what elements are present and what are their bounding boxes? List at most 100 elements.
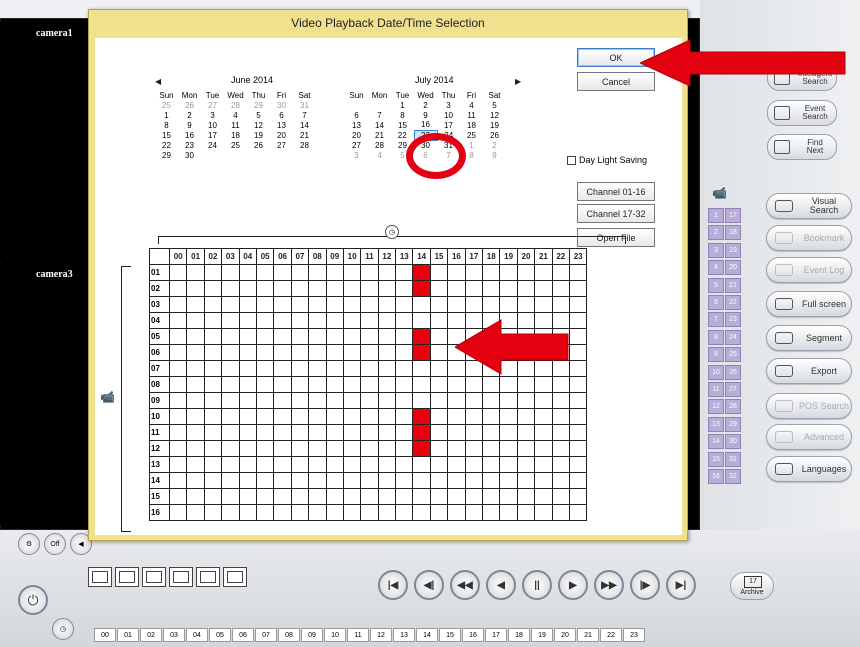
grid-cell[interactable]	[168, 376, 188, 393]
grid-cell[interactable]	[534, 264, 553, 281]
hour-header[interactable]: 12	[377, 248, 397, 265]
channel-number[interactable]: 4	[708, 260, 724, 276]
grid-cell[interactable]	[221, 376, 240, 393]
grid-cell[interactable]	[186, 280, 205, 297]
calendar-day[interactable]: 12	[247, 120, 270, 130]
grid-cell[interactable]	[464, 264, 484, 281]
calendar-day[interactable]: 10	[201, 120, 224, 130]
grid-cell[interactable]	[203, 472, 223, 489]
timeline-hour[interactable]: 10	[324, 628, 346, 642]
grid-cell[interactable]	[412, 456, 431, 473]
hour-header[interactable]: 00	[168, 248, 188, 265]
calendar-day[interactable]: 7	[293, 110, 316, 120]
next-frame-button[interactable]: |▶	[630, 570, 660, 600]
channel-number[interactable]: 24	[725, 329, 741, 345]
grid-cell[interactable]	[308, 296, 327, 313]
calendar-day[interactable]: 9	[483, 150, 506, 160]
hour-header[interactable]: 01	[186, 248, 205, 265]
grid-cell[interactable]	[342, 344, 362, 361]
timeline-hour[interactable]: 18	[508, 628, 530, 642]
calendar-day[interactable]: 9	[414, 110, 437, 120]
grid-cell[interactable]	[203, 376, 223, 393]
grid-cell[interactable]	[203, 296, 223, 313]
grid-cell[interactable]	[342, 280, 362, 297]
grid-cell[interactable]	[568, 312, 588, 329]
grid-cell[interactable]	[447, 472, 466, 489]
grid-cell[interactable]	[464, 424, 484, 441]
grid-cell[interactable]	[325, 376, 344, 393]
calendar-day[interactable]: 15	[391, 120, 414, 130]
grid-cell[interactable]	[377, 376, 397, 393]
calendar-day[interactable]: 24	[201, 140, 224, 150]
grid-cell[interactable]	[482, 472, 501, 489]
grid-cell[interactable]	[203, 328, 223, 345]
grid-cell[interactable]	[482, 408, 501, 425]
grid-cell[interactable]	[342, 296, 362, 313]
grid-cell[interactable]	[360, 504, 379, 521]
grid-cell[interactable]	[273, 344, 292, 361]
grid-cell[interactable]	[186, 328, 205, 345]
grid-cell[interactable]	[255, 408, 275, 425]
grid-cell[interactable]	[186, 440, 205, 457]
channel-number[interactable]: 11	[708, 382, 724, 397]
calendar-day[interactable]: 29	[155, 150, 178, 160]
hour-header[interactable]: 02	[203, 248, 223, 265]
grid-cell[interactable]	[325, 408, 344, 425]
grid-cell[interactable]	[447, 488, 466, 505]
recorded-cell[interactable]	[412, 280, 431, 297]
grid-cell[interactable]	[290, 504, 310, 521]
grid-cell[interactable]	[342, 312, 362, 329]
calendar-day[interactable]: 2	[483, 140, 506, 150]
grid-cell[interactable]	[395, 328, 414, 345]
calendar-day[interactable]: 11	[460, 110, 483, 120]
timeline-bar[interactable]: 00 01 02 03 04 05 06 07 08 09 10 11 12 13 14 15 16 17 18 19…	[94, 628, 646, 642]
channel-number[interactable]: 7	[708, 312, 724, 328]
grid-cell[interactable]	[342, 504, 362, 521]
right-button-3[interactable]: Full screen	[766, 291, 852, 317]
grid-cell[interactable]	[325, 440, 344, 457]
channel-number[interactable]: 20	[725, 260, 741, 276]
channel-number[interactable]: 13	[708, 416, 724, 432]
grid-cell[interactable]	[568, 456, 588, 473]
timeline-hour[interactable]: 21	[577, 628, 599, 642]
grid-cell[interactable]	[568, 264, 588, 281]
channel-row-label[interactable]: 16	[149, 504, 170, 521]
calendar-day[interactable]: 4	[368, 150, 391, 160]
calendar-next-icon[interactable]: ▶	[515, 77, 521, 86]
grid-cell[interactable]	[551, 296, 570, 313]
grid-cell[interactable]	[429, 376, 449, 393]
grid-cell[interactable]	[551, 280, 570, 297]
grid-cell[interactable]	[516, 296, 536, 313]
grid-cell[interactable]	[534, 488, 553, 505]
grid-cell[interactable]	[360, 296, 379, 313]
grid-cell[interactable]	[221, 440, 240, 457]
grid-cell[interactable]	[377, 280, 397, 297]
grid-cell[interactable]	[290, 408, 310, 425]
calendar-day[interactable]: 21	[293, 130, 316, 140]
grid-cell[interactable]	[168, 424, 188, 441]
channel-number[interactable]: 26	[725, 364, 741, 380]
channel-row-label[interactable]: 08	[149, 376, 170, 393]
grid-cell[interactable]	[290, 472, 310, 489]
grid-cell[interactable]	[273, 456, 292, 473]
grid-cell[interactable]	[447, 456, 466, 473]
recorded-cell[interactable]	[412, 440, 431, 457]
grid-cell[interactable]	[290, 376, 310, 393]
grid-cell[interactable]	[516, 408, 536, 425]
calendar-day[interactable]: 17	[201, 130, 224, 140]
grid-cell[interactable]	[377, 488, 397, 505]
calendar-day[interactable]: 6	[345, 110, 368, 120]
grid-cell[interactable]	[273, 312, 292, 329]
play-button[interactable]: ▶	[558, 570, 588, 600]
grid-cell[interactable]	[568, 488, 588, 505]
calendar-day[interactable]: 25	[460, 130, 483, 140]
calendar-day[interactable]: 3	[345, 150, 368, 160]
power-icon[interactable]: ⏻	[18, 585, 48, 615]
grid-cell[interactable]	[325, 344, 344, 361]
grid-cell[interactable]	[342, 360, 362, 377]
grid-cell[interactable]	[325, 312, 344, 329]
grid-cell[interactable]	[551, 472, 570, 489]
grid-cell[interactable]	[360, 392, 379, 409]
archive-button[interactable]: 17 Archive	[730, 572, 774, 600]
grid-cell[interactable]	[360, 408, 379, 425]
